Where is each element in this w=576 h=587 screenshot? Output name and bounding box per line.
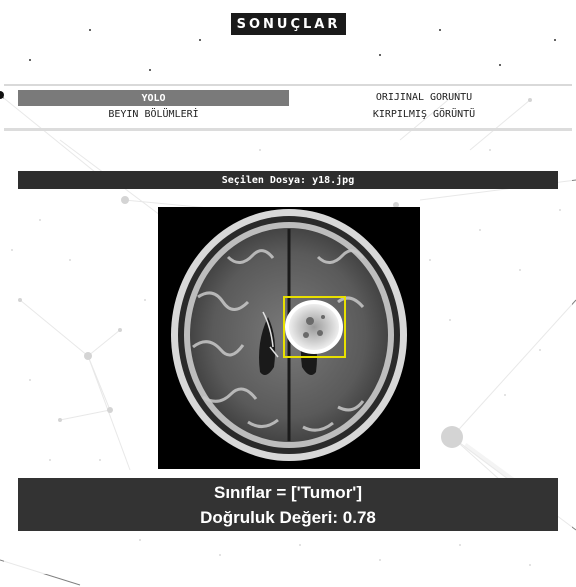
nav-item-kirpilmis-goruntu[interactable]: KIRPILMIŞ GÖRÜNTÜ — [290, 109, 558, 123]
nav-divider — [4, 128, 572, 131]
nav-item-yolo[interactable]: YOLO — [18, 90, 289, 106]
classes-result: Sınıflar = ['Tumor'] — [213, 483, 363, 502]
mri-scan-image — [158, 207, 420, 469]
page-title: SONUÇLAR — [231, 13, 346, 35]
selected-file-label: Seçilen Dosya: y18.jpg — [18, 171, 558, 189]
brain-mri-illustration — [171, 209, 407, 461]
results-box: Sınıflar = ['Tumor'] Doğruluk Değeri: 0.… — [18, 478, 558, 531]
nav-item-orijinal-goruntu[interactable]: ORIJINAL GORUNTU — [290, 92, 558, 106]
accuracy-result: Doğruluk Değeri: 0.78 — [200, 508, 376, 527]
nav-item-beyin-bolumleri[interactable]: BEYIN BÖLÜMLERİ — [18, 109, 289, 123]
